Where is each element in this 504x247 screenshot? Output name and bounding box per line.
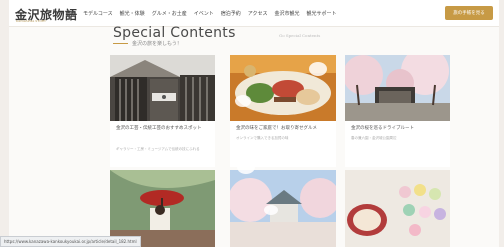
status-bar-url: https://www.kanazawa-kankoukyoukai.or.jp… [0, 236, 141, 247]
content-card-sweets[interactable] [345, 170, 450, 247]
card-photo-castle [230, 170, 336, 247]
section-watermark: Go Special Contents [279, 33, 321, 38]
card-caption-sakura: 金沢の桜を巡るドライブルート [351, 126, 414, 131]
content-card-crafts[interactable]: 金沢の工芸・伝統工芸のおすすめスポット ギャラリー・工房・ミュージアムで伝統の技… [110, 55, 215, 167]
nav-item-events[interactable]: イベント [194, 10, 214, 17]
site-header: 金沢旅物語 KANAZAWA STORY 特集 モデルコース 観光・体験 グルメ… [9, 0, 499, 27]
card-caption-gourmet: 金沢の味をご家庭で！お取り寄せグルメ [236, 126, 317, 131]
card-caption-crafts: 金沢の工芸・伝統工芸のおすすめスポット [116, 126, 202, 131]
section-title: Special Contents [113, 25, 236, 41]
card-subcaption-gourmet: オンラインで購入できる加賀の味 [236, 136, 289, 140]
decorative-blob [235, 95, 251, 107]
decorative-blob [264, 205, 278, 215]
card-photo-sweets [345, 170, 450, 247]
section-subtitle: 金沢の旅を楽しもう！ [132, 41, 182, 47]
decorative-blob [237, 160, 255, 174]
nav-item-city-tourism[interactable]: 金沢市観光 [275, 10, 300, 17]
card-photo-sakura [345, 55, 450, 121]
nav-item-access[interactable]: アクセス [248, 10, 268, 17]
main-nav: 特集 モデルコース 観光・体験 グルメ・お土産 イベント 宿泊予約 アクセス 金… [66, 10, 344, 17]
card-subcaption-sakura: 春の兼六園・金沢城公園周辺 [351, 136, 397, 140]
nav-item-gourmet[interactable]: グルメ・お土産 [152, 10, 187, 17]
nav-item-support[interactable]: 観光サポート [307, 10, 337, 17]
title-divider [113, 43, 128, 44]
nav-item-lodging[interactable]: 宿泊予約 [221, 10, 241, 17]
nav-item-sightseeing[interactable]: 観光・体験 [120, 10, 145, 17]
decorative-blob [309, 62, 327, 76]
site-logo-subtext: KANAZAWA STORY [16, 19, 46, 23]
nav-item-model-course[interactable]: モデルコース [83, 10, 113, 17]
card-photo-crafts [110, 55, 215, 121]
card-subcaption-crafts: ギャラリー・工房・ミュージアムで伝統の技にふれる [116, 147, 200, 151]
content-card-sakura[interactable]: 金沢の桜を巡るドライブルート 春の兼六園・金沢城公園周辺 [345, 55, 450, 167]
page: 金沢旅物語 KANAZAWA STORY 特集 モデルコース 観光・体験 グルメ… [9, 0, 499, 247]
travel-notebook-label: 旅の手帳を見る [453, 11, 485, 16]
content-card-castle[interactable] [230, 170, 336, 247]
travel-notebook-button[interactable]: 旅の手帳を見る [445, 6, 493, 20]
nav-item-feature[interactable]: 特集 [66, 10, 76, 17]
